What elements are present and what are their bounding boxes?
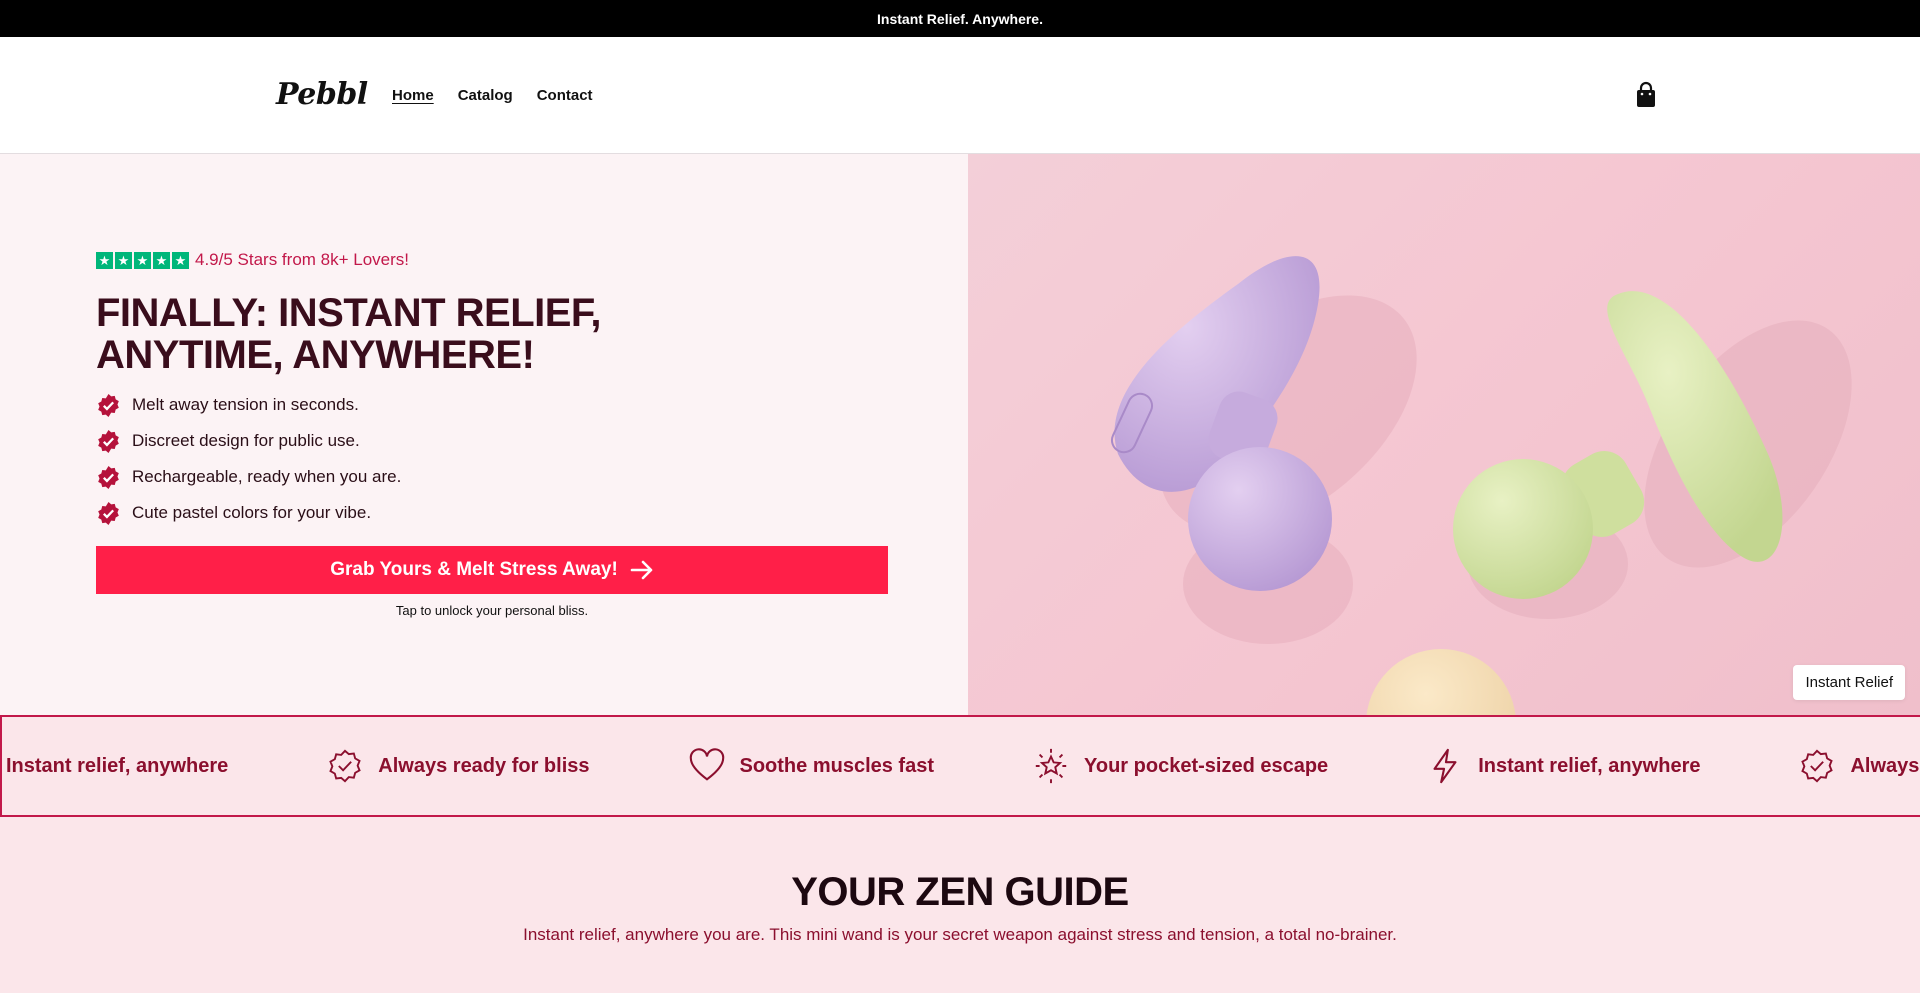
sparkle-star-icon bbox=[1035, 748, 1067, 784]
benefit-text: Cute pastel colors for your vibe. bbox=[132, 503, 372, 522]
nav-home[interactable]: Home bbox=[392, 87, 434, 104]
benefit-text: Rechargeable, ready when you are. bbox=[132, 467, 402, 486]
hero-image: Instant Relief bbox=[968, 154, 1920, 715]
star-icon: ★ bbox=[134, 251, 151, 269]
marquee-item: Always ready for bliss bbox=[326, 747, 590, 785]
benefit-text: Discreet design for public use. bbox=[132, 431, 360, 450]
main-nav: Home Catalog Contact bbox=[392, 87, 593, 104]
marquee-item: Your pocket-sized escape bbox=[1032, 747, 1328, 785]
lightning-icon bbox=[1433, 748, 1457, 784]
verified-badge-icon bbox=[329, 749, 362, 783]
trustpilot-stars: ★ ★ ★ ★ ★ bbox=[96, 251, 189, 269]
benefit-item: Cute pastel colors for your vibe. bbox=[96, 495, 401, 531]
check-badge-icon bbox=[98, 393, 119, 417]
star-icon: ★ bbox=[172, 251, 189, 269]
shopping-bag-icon[interactable] bbox=[1634, 81, 1658, 109]
benefit-item: Rechargeable, ready when you are. bbox=[96, 459, 401, 495]
marquee-item: Instant relief, anywhere bbox=[1426, 747, 1700, 785]
marquee-label: Always ready for bliss bbox=[1850, 754, 1920, 777]
site-header: Pebbl Home Catalog Contact bbox=[0, 37, 1920, 154]
benefit-list: Melt away tension in seconds. Discreet d… bbox=[96, 387, 401, 531]
marquee-item: Instant relief, anywhere bbox=[6, 755, 228, 778]
marquee-label: Instant relief, anywhere bbox=[1478, 754, 1701, 777]
star-icon: ★ bbox=[115, 251, 132, 269]
rating-text: 4.9/5 Stars from 8k+ Lovers! bbox=[195, 250, 410, 269]
star-icon: ★ bbox=[153, 251, 170, 269]
cta-label: Grab Yours & Melt Stress Away! bbox=[330, 559, 618, 580]
check-badge-icon bbox=[98, 429, 119, 453]
nav-contact[interactable]: Contact bbox=[537, 87, 593, 104]
arrow-right-icon bbox=[630, 560, 653, 580]
heart-icon bbox=[689, 748, 724, 781]
benefit-text: Melt away tension in seconds. bbox=[132, 395, 359, 414]
check-badge-icon bbox=[98, 465, 119, 489]
marquee-item: Always ready for bliss bbox=[1798, 747, 1920, 785]
benefit-item: Melt away tension in seconds. bbox=[96, 387, 401, 423]
grab-yours-button[interactable]: Grab Yours & Melt Stress Away! bbox=[96, 546, 888, 594]
marquee-label: Your pocket-sized escape bbox=[1084, 754, 1329, 777]
marquee-label: Instant relief, anywhere bbox=[6, 754, 229, 777]
hero-section: ★ ★ ★ ★ ★ 4.9/5 Stars from 8k+ Lovers! F… bbox=[0, 154, 1920, 715]
hero-content: ★ ★ ★ ★ ★ 4.9/5 Stars from 8k+ Lovers! F… bbox=[0, 154, 968, 715]
cta-subtext: Tap to unlock your personal bliss. bbox=[395, 603, 589, 618]
check-badge-icon bbox=[98, 501, 119, 525]
verified-badge-icon bbox=[1801, 749, 1834, 783]
marquee-item: Soothe muscles fast bbox=[688, 747, 935, 785]
logo[interactable]: Pebbl bbox=[276, 77, 368, 112]
section-title: YOUR ZEN GUIDE bbox=[791, 870, 1129, 914]
marquee-label: Always ready for bliss bbox=[378, 754, 590, 777]
star-icon: ★ bbox=[96, 251, 113, 269]
announcement-bar: Instant Relief. Anywhere. bbox=[0, 0, 1920, 37]
nav-catalog[interactable]: Catalog bbox=[458, 87, 513, 104]
product-photo bbox=[1110, 256, 1852, 715]
marquee-label: Soothe muscles fast bbox=[739, 754, 935, 777]
benefit-marquee: Instant relief, anywhere Always ready fo… bbox=[0, 715, 1920, 817]
hero-title: FINALLY: INSTANT RELIEF, ANYTIME, ANYWHE… bbox=[96, 291, 602, 377]
marquee-track: Instant relief, anywhere Always ready fo… bbox=[6, 717, 1920, 815]
zen-guide-section: YOUR ZEN GUIDE Instant relief, anywhere … bbox=[0, 818, 1920, 945]
rating: ★ ★ ★ ★ ★ 4.9/5 Stars from 8k+ Lovers! bbox=[96, 250, 409, 270]
section-subtitle: Instant relief, anywhere you are. This m… bbox=[523, 925, 1397, 944]
image-label: Instant Relief bbox=[1793, 665, 1905, 700]
announcement-text: Instant Relief. Anywhere. bbox=[877, 10, 1043, 27]
benefit-item: Discreet design for public use. bbox=[96, 423, 401, 459]
